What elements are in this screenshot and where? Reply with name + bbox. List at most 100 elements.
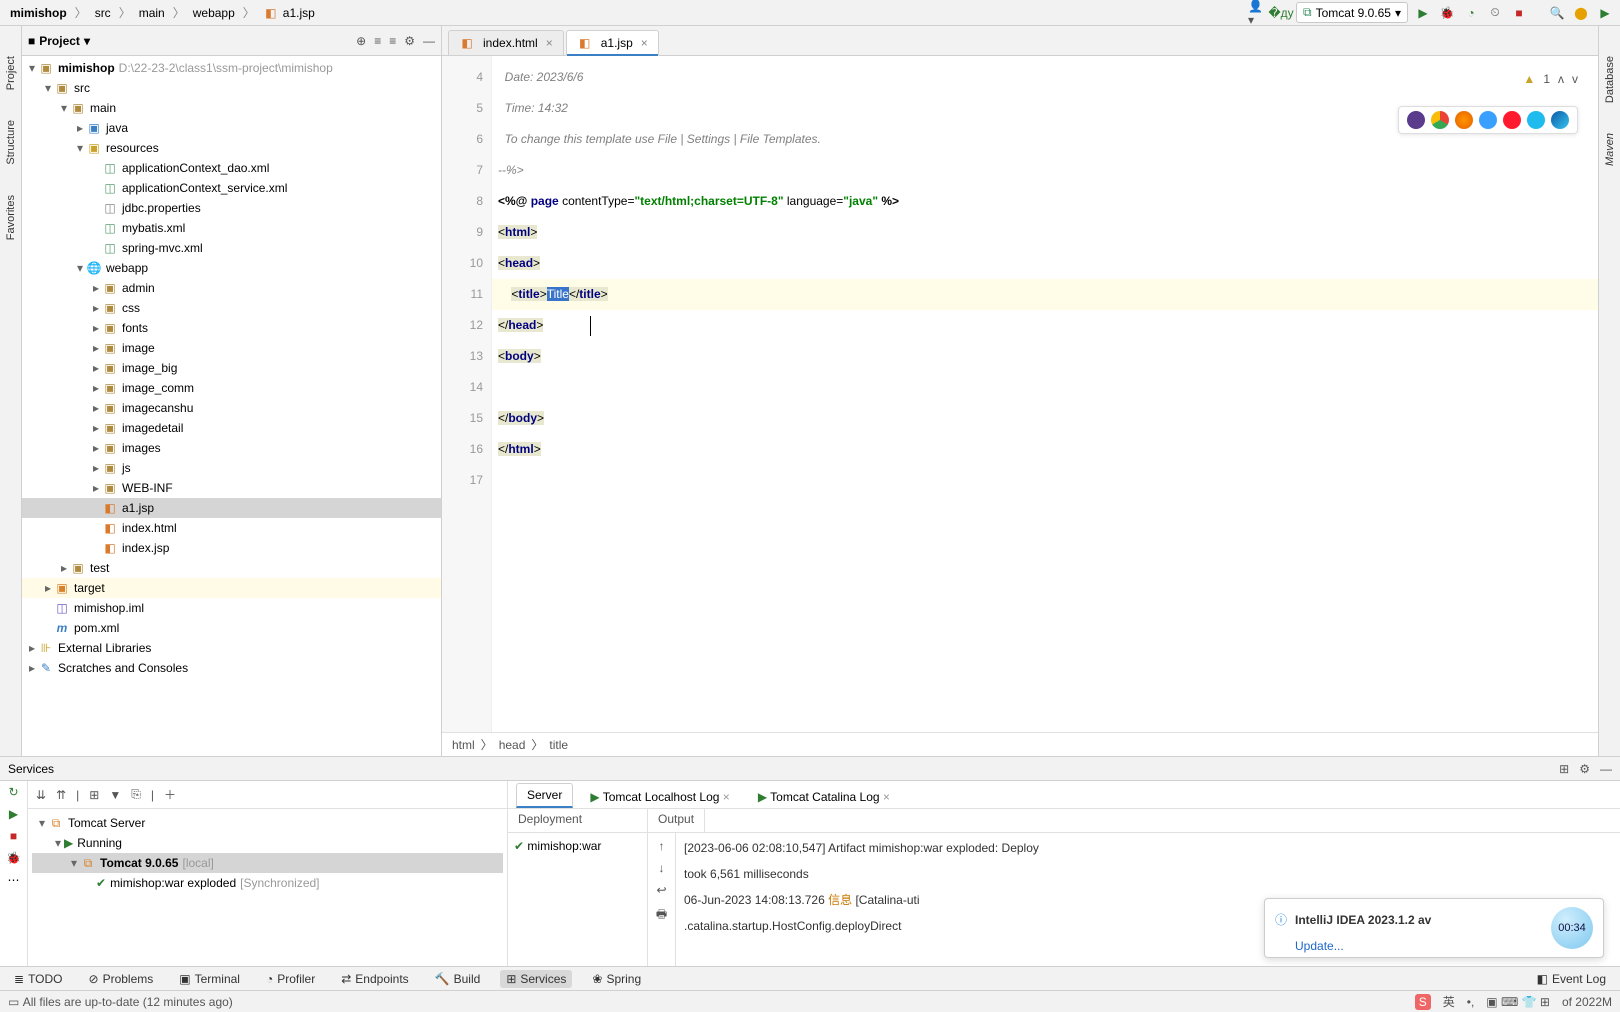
rail-project[interactable]: Project	[5, 56, 17, 90]
tree-file-a1jsp: ◧a1.jsp	[22, 498, 441, 518]
build-icon[interactable]: �ду	[1272, 4, 1290, 22]
close-icon[interactable]: ×	[641, 36, 648, 50]
right-tool-rail: Database Maven	[1598, 26, 1620, 756]
inspections-widget[interactable]: ▲1 ʌ v	[1523, 64, 1578, 95]
status-bar: ▭ All files are up-to-date (12 minutes a…	[0, 990, 1620, 1012]
notif-link[interactable]: Update...	[1295, 933, 1431, 959]
filter-icon[interactable]: ▼	[109, 788, 121, 802]
rail-database[interactable]: Database	[1604, 56, 1616, 103]
deployment-list[interactable]: ✔ mimishop:war	[508, 833, 648, 966]
navigation-bar: mimishop〉 src〉 main〉 webapp〉 ◧a1.jsp 👤▾ …	[0, 0, 1620, 26]
collapse-icon[interactable]: ≡	[389, 34, 396, 48]
text-caret	[590, 316, 591, 336]
builtin-preview-icon[interactable]	[1407, 111, 1425, 129]
profile-icon[interactable]: ⏲	[1486, 4, 1504, 22]
console-output[interactable]: [2023-06-06 02:08:10,547] Artifact mimis…	[676, 833, 1620, 966]
coverage-icon[interactable]: ◔	[1462, 4, 1480, 22]
project-view-switch[interactable]: ■ Project ▾	[28, 34, 90, 48]
update-notification[interactable]: ⓘ IntelliJ IDEA 2023.1.2 av Update... 00…	[1264, 898, 1604, 958]
tool-problems[interactable]: ⊘ Problems	[83, 970, 160, 988]
stop-icon[interactable]: ■	[10, 829, 17, 843]
tab-catalina-log[interactable]: ▶ Tomcat Catalina Log ×	[747, 785, 901, 808]
firefox-icon[interactable]	[1455, 111, 1473, 129]
scroll-down-icon[interactable]: ↓	[659, 861, 665, 875]
services-toolbar: ⇊ ⇈ | ⊞ ▼ ⎘ | ＋	[28, 781, 507, 809]
gear-icon[interactable]: ⚙	[1579, 762, 1590, 776]
bc-title[interactable]: title	[549, 738, 568, 752]
soft-wrap-icon[interactable]: ↩	[656, 883, 666, 897]
tool-endpoints[interactable]: ⇄ Endpoints	[335, 970, 414, 988]
col-deployment: Deployment	[508, 809, 648, 832]
status-icon[interactable]: ▭	[8, 995, 19, 1009]
memory-indicator[interactable]: of 2022M	[1562, 995, 1612, 1009]
ie-icon[interactable]	[1527, 111, 1545, 129]
rail-structure[interactable]: Structure	[5, 120, 17, 165]
bottom-tool-strip: ≣ TODO ⊘ Problems ▣ Terminal ◔ Profiler …	[0, 966, 1620, 990]
add-icon[interactable]: ＋	[164, 786, 176, 803]
services-tree[interactable]: ▾⧉Tomcat Server ▾▶Running ▾⧉Tomcat 9.0.6…	[28, 809, 507, 966]
tool-event-log[interactable]: ◧ Event Log	[1531, 970, 1612, 988]
code-editor[interactable]: 4567891011121314151617 Date: 2023/6/6 Ti…	[442, 56, 1598, 732]
run-icon[interactable]: ▶	[9, 807, 18, 821]
rail-favorites[interactable]: Favorites	[5, 195, 17, 240]
bc-head[interactable]: head	[499, 738, 526, 752]
group-icon[interactable]: ⊞	[89, 788, 99, 802]
tool-spring[interactable]: ❀ Spring	[586, 970, 647, 988]
hide-icon[interactable]: —	[423, 34, 435, 48]
scroll-up-icon[interactable]: ↑	[659, 839, 665, 853]
tab-a1-jsp[interactable]: ◧a1.jsp×	[566, 30, 659, 56]
editor-tabs: ◧index.html× ◧a1.jsp×	[442, 26, 1598, 56]
tab-index-html[interactable]: ◧index.html×	[448, 30, 564, 55]
debug-icon[interactable]: 🐞	[6, 851, 21, 865]
print-icon[interactable]: 🖶	[656, 905, 667, 926]
hide-icon[interactable]: —	[1600, 762, 1612, 776]
gear-icon[interactable]: ⚙	[404, 34, 415, 48]
project-tool-window: ■ Project ▾ ⊕ ≡ ≡ ⚙ — ▾▣mimishopD:\22-23…	[22, 26, 442, 756]
run-config-dropdown[interactable]: ⧉ Tomcat 9.0.65 ▾	[1296, 2, 1408, 23]
bc-html[interactable]: html	[452, 738, 475, 752]
crumb-file[interactable]: ◧a1.jsp	[259, 3, 319, 23]
link-icon[interactable]: ⎘	[131, 787, 141, 802]
debug-icon[interactable]: 🐞	[1438, 4, 1456, 22]
crumb[interactable]: webapp	[189, 4, 239, 22]
edge-icon[interactable]	[1551, 111, 1569, 129]
collapse-all-icon[interactable]: ⇈	[56, 788, 66, 802]
tool-todo[interactable]: ≣ TODO	[8, 970, 69, 988]
settings-sync-icon[interactable]: ⬤	[1572, 4, 1590, 22]
crumb[interactable]: main	[135, 4, 169, 22]
rail-maven[interactable]: Maven	[1604, 133, 1616, 166]
locate-icon[interactable]: ⊕	[356, 34, 366, 48]
close-icon[interactable]: ×	[546, 36, 553, 50]
chevron-down-icon[interactable]: v	[1572, 64, 1578, 95]
stop-icon[interactable]: ■	[1510, 4, 1528, 22]
breadcrumbs: mimishop〉 src〉 main〉 webapp〉 ◧a1.jsp	[6, 3, 319, 23]
chevron-up-icon[interactable]: ʌ	[1558, 64, 1564, 95]
ide-update-icon[interactable]: ▶	[1596, 4, 1614, 22]
opera-icon[interactable]	[1503, 111, 1521, 129]
tool-terminal[interactable]: ▣ Terminal	[173, 970, 246, 988]
info-icon: ⓘ	[1275, 907, 1287, 949]
project-tree[interactable]: ▾▣mimishopD:\22-23-2\class1\ssm-project\…	[22, 56, 441, 756]
editor-breadcrumb: html〉 head〉 title	[442, 732, 1598, 756]
safari-icon[interactable]	[1479, 111, 1497, 129]
ime-indicator[interactable]: S	[1415, 994, 1431, 1010]
expand-icon[interactable]: ≡	[374, 34, 381, 48]
rerun-icon[interactable]: ↻	[8, 785, 18, 799]
more-icon[interactable]: ⋯	[8, 873, 20, 887]
tool-services[interactable]: ⊞ Services	[500, 970, 572, 988]
run-icon[interactable]: ▶	[1414, 4, 1432, 22]
search-icon[interactable]: 🔍	[1548, 4, 1566, 22]
layout-icon[interactable]: ⊞	[1559, 762, 1569, 776]
add-config-icon[interactable]: 👤▾	[1248, 4, 1266, 22]
crumb-root[interactable]: mimishop	[6, 4, 71, 22]
chrome-icon[interactable]	[1431, 111, 1449, 129]
expand-all-icon[interactable]: ⇊	[36, 788, 46, 802]
tool-profiler[interactable]: ◔ Profiler	[260, 970, 321, 988]
crumb[interactable]: src	[91, 4, 115, 22]
tab-localhost-log[interactable]: ▶ Tomcat Localhost Log ×	[579, 785, 740, 808]
ime-lang[interactable]: 英	[1443, 993, 1455, 1010]
services-run-icons: ↻ ▶ ■ 🐞 ⋯	[0, 781, 28, 966]
tab-server[interactable]: Server	[516, 783, 573, 808]
tool-build[interactable]: 🔨 Build	[429, 970, 487, 988]
run-config-label: Tomcat 9.0.65	[1316, 6, 1391, 20]
